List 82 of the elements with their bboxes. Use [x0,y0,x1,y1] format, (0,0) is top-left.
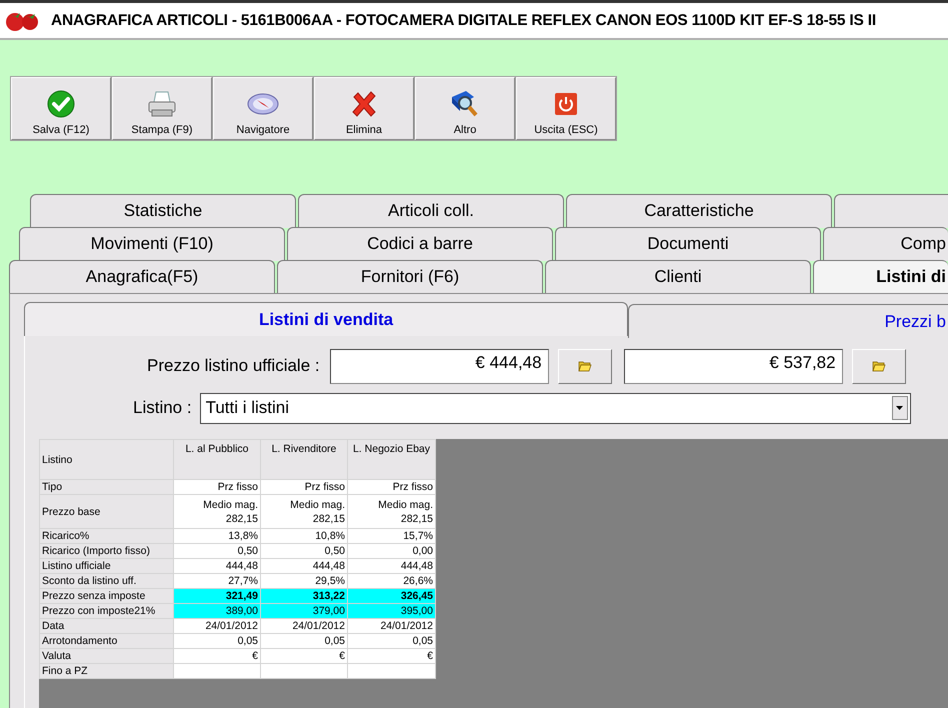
tab[interactable]: Articoli coll. [298,194,564,228]
tab[interactable]: Comp [823,227,948,261]
tab[interactable]: Listini di [813,260,948,293]
row-label: Prezzo base [40,494,174,528]
folder-icon [578,360,592,372]
table-cell: 13,8% [174,528,260,544]
row-label: Prezzo con imposte21% [40,604,174,618]
table-cell: Prz fisso [348,480,436,494]
toolbar-button[interactable]: Navigatore [213,77,313,140]
table-cell: Prz fisso [260,480,348,494]
window-title: ANAGRAFICA ARTICOLI - 5161B006AA - FOTOCAMERA DIGITALE REFLEX CANON EOS 1100D KIT EF-S 18-55 IS II [51,12,876,30]
listino-dropdown[interactable]: Tutti i listini [200,392,911,424]
field-label: Listino : [133,398,192,418]
table-cell: € [260,648,348,664]
table-cell: Prz fisso [174,480,260,494]
toolbar-button[interactable]: Elimina [314,77,414,140]
toolbar-button[interactable]: Salva (F12) [11,77,111,140]
column-header: L. Negozio Ebay [348,440,436,480]
table-cell: 10,8% [260,528,348,544]
table-cell: 24/01/2012 [260,618,348,634]
tab[interactable]: Anagrafica(F5) [9,260,275,293]
tab[interactable]: Statistiche [30,194,296,228]
toolbar-button[interactable]: Uscita (ESC) [516,77,616,140]
table-cell: 0,05 [260,634,348,648]
table-cell: Medio mag. 282,15 [348,494,436,528]
cross-icon [350,90,378,118]
tab[interactable]: Documenti [555,227,821,261]
table-cell: € [348,648,436,664]
table-cell: 0,50 [174,544,260,558]
row-label: Valuta [40,648,174,664]
row-label: Fino a PZ [40,664,174,678]
folder-icon [872,360,886,372]
table-cell: 444,48 [260,558,348,574]
table-cell: 0,05 [174,634,260,648]
table-cell: Medio mag. 282,15 [260,494,348,528]
table-cell: 395,00 [348,604,436,618]
toolbar-button[interactable]: Altro [415,77,515,140]
row-label: Arrotondamento [40,634,174,648]
table-cell: 0,05 [348,634,436,648]
column-header: L. al Pubblico [174,440,260,480]
price-field[interactable]: € 444,48 [330,348,549,384]
row-label: Sconto da listino uff. [40,574,174,588]
toolbar-button[interactable]: Stampa (F9) [112,77,212,140]
dropdown-arrow-icon [896,406,904,410]
table-cell: 0,50 [260,544,348,558]
table-cell: € [174,648,260,664]
field-label: Prezzo listino ufficiale : [147,356,320,376]
row-label: Ricarico% [40,528,174,544]
column-header: L. Rivenditore [260,440,348,480]
table-cell: 24/01/2012 [348,618,436,634]
table-cell: 389,00 [174,604,260,618]
magnifier-book-icon [450,89,480,119]
table-cell: 444,48 [348,558,436,574]
table-cell: 379,00 [260,604,348,618]
tab[interactable]: Clienti [545,260,811,293]
table-cell: 15,7% [348,528,436,544]
row-label: Ricarico (Importo fisso) [40,544,174,558]
table-cell: 444,48 [174,558,260,574]
folder-button[interactable] [852,348,906,384]
row-label: Prezzo senza imposte [40,588,174,604]
table-cell: 313,22 [260,588,348,604]
check-icon [47,90,75,118]
tab[interactable]: Fornitori (F6) [277,260,543,293]
tab[interactable]: Caratteristiche [566,194,832,228]
compass-icon [247,92,279,116]
tab[interactable]: Prezzi b [628,304,948,338]
price-field[interactable]: € 537,82 [624,348,843,384]
table-cell: 326,45 [348,588,436,604]
table-cell: 0,00 [348,544,436,558]
table-cell: Medio mag. 282,15 [174,494,260,528]
table-cell: 321,49 [174,588,260,604]
power-icon [554,92,578,116]
row-label: Data [40,618,174,634]
printer-icon [147,90,177,118]
tab[interactable]: Movimenti (F10) [19,227,285,261]
folder-button[interactable] [558,348,612,384]
row-label: Tipo [40,480,174,494]
row-label: Listino ufficiale [40,558,174,574]
tab[interactable]: Listini di vendita [24,302,628,336]
table-cell: 24/01/2012 [174,618,260,634]
column-header: Listino [40,440,174,480]
tab[interactable]: Codici a barre [287,227,553,261]
